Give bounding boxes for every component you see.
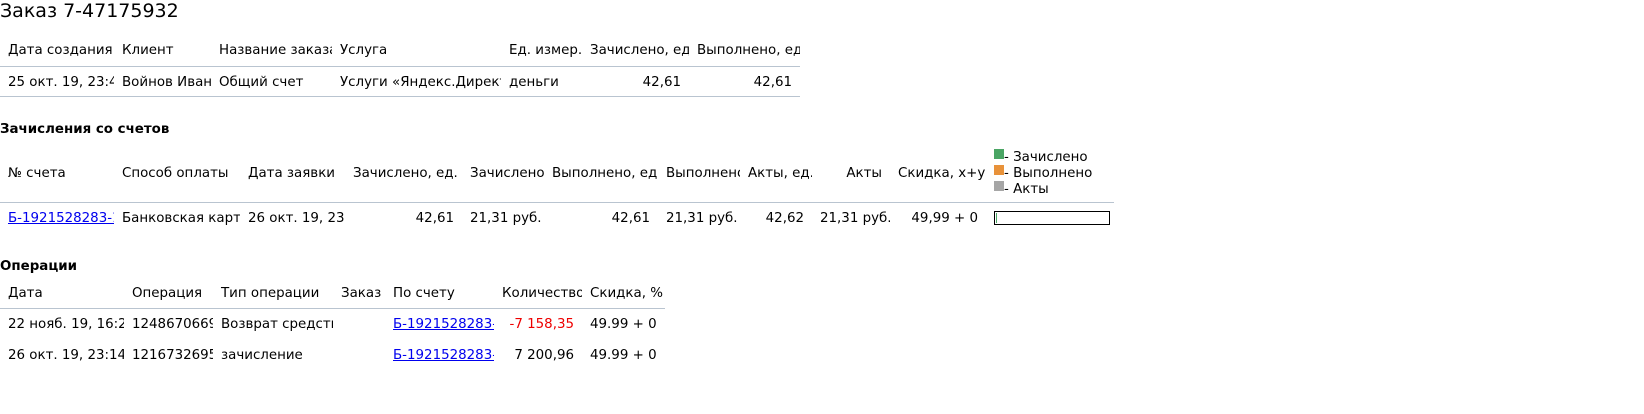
col-credited-units: Зачислено, ед. (582, 36, 689, 67)
operation-amount: -7 158,35 (509, 317, 574, 333)
operation-date: 22 нояб. 19, 16:27 (8, 317, 124, 333)
legend-item-completed: - Выполнено (994, 165, 1114, 181)
legend-label-credited: - Зачислено (1004, 150, 1088, 166)
col-credited: Зачислено (462, 145, 544, 203)
credited-units: 42,61 (415, 210, 454, 226)
operation-amount: 7 200,96 (514, 347, 574, 363)
payments-section-title: Зачисления со счетов (0, 122, 170, 137)
completed-amount: 21,31 руб. (666, 210, 738, 226)
col-acts-units: Акты, ед. (740, 145, 812, 203)
request-date: 26 окт. 19, 23:14 (248, 210, 345, 226)
operation-id: 1216732695 (132, 347, 213, 363)
operation-order (333, 341, 385, 369)
legend-swatch-completed (994, 165, 1004, 176)
acts-units: 42,62 (765, 210, 804, 226)
payments-table-header: № счета Способ оплаты Дата заявки Зачисл… (0, 145, 1114, 203)
col-discount-percent: Скидка, % (582, 280, 665, 309)
acts-amount: 21,31 руб. (820, 210, 890, 226)
credited-units: 42,61 (642, 74, 681, 90)
operations-table-header: Дата Операция Тип операции Заказ По счет… (0, 280, 665, 309)
created-date: 25 окт. 19, 23:49 (8, 74, 114, 90)
operation-type: Возврат средств (221, 317, 333, 333)
table-row: Б-1921528283-1 Банковская карта 26 окт. … (0, 202, 1114, 234)
col-completed-units: Выполнено, ед. (544, 145, 658, 203)
operation-discount: 49.99 + 0 (590, 317, 657, 333)
page-title: Заказ 7-47175932 (0, 0, 179, 22)
legend-swatch-credited (994, 149, 1004, 160)
order-table-bottom-line (0, 96, 800, 97)
account-link[interactable]: Б-1921528283-1 (393, 348, 494, 363)
operation-type: зачисление (221, 347, 303, 363)
col-client: Клиент (114, 36, 211, 67)
legend-item-credited: - Зачислено (994, 149, 1114, 165)
col-date: Дата (0, 280, 124, 309)
col-created-date: Дата создания (0, 36, 114, 67)
payment-progress-fill (996, 213, 997, 224)
col-completed: Выполнено (658, 145, 740, 203)
legend-item-acts: - Акты (994, 181, 1114, 197)
col-operation-type: Тип операции (213, 280, 333, 309)
operation-discount: 49.99 + 0 (590, 347, 657, 363)
order-table: Дата создания Клиент Название заказа Усл… (0, 36, 800, 98)
order-name: Общий счет (219, 74, 304, 90)
unit: деньги (509, 74, 559, 90)
col-order-name: Название заказа (211, 36, 332, 67)
table-row: 26 окт. 19, 23:14 1216732695 зачисление … (0, 341, 665, 369)
discount: 49,99 + 0 (911, 210, 978, 226)
col-amount: Количество (494, 280, 582, 309)
col-payment-method: Способ оплаты (114, 145, 240, 203)
legend: - Зачислено - Выполнено - Акты (986, 145, 1114, 203)
account-link[interactable]: Б-1921528283-1 (8, 211, 114, 226)
col-discount: Скидка, x+y (890, 145, 986, 203)
col-request-date: Дата заявки (240, 145, 345, 203)
service-name: Услуги «Яндекс.Директ» (340, 74, 501, 90)
account-link[interactable]: Б-1921528283-1 (393, 317, 494, 332)
order-table-header: Дата создания Клиент Название заказа Усл… (0, 36, 800, 67)
table-row: 25 окт. 19, 23:49 Войнов Иван Общий счет… (0, 67, 800, 98)
operation-id: 1248670669 (132, 317, 213, 333)
col-acts: Акты (812, 145, 890, 203)
col-service: Услуга (332, 36, 501, 67)
credited-amount: 21,31 руб. (470, 210, 542, 226)
operation-order (333, 308, 385, 341)
client-name: Войнов Иван (122, 74, 211, 90)
col-account: По счету (385, 280, 494, 309)
col-credited-units: Зачислено, ед. (345, 145, 462, 203)
operations-table: Дата Операция Тип операции Заказ По счет… (0, 280, 665, 369)
completed-units: 42,61 (611, 210, 650, 226)
col-order: Заказ (333, 280, 385, 309)
legend-label-completed: - Выполнено (1004, 166, 1093, 182)
operation-date: 26 окт. 19, 23:14 (8, 347, 124, 363)
col-completed-units: Выполнено, ед. (689, 36, 800, 67)
completed-units: 42,61 (753, 74, 792, 90)
legend-label-acts: - Акты (1004, 182, 1049, 198)
col-account-number: № счета (0, 145, 114, 203)
legend-swatch-acts (994, 181, 1004, 192)
payment-progress-bar (994, 211, 1110, 226)
col-unit: Ед. измер. (501, 36, 582, 67)
operations-section-title: Операции (0, 259, 78, 274)
payments-table: № счета Способ оплаты Дата заявки Зачисл… (0, 145, 1114, 234)
payment-method: Банковская карта (122, 210, 240, 226)
col-operation: Операция (124, 280, 213, 309)
table-row: 22 нояб. 19, 16:27 1248670669 Возврат ср… (0, 308, 665, 341)
